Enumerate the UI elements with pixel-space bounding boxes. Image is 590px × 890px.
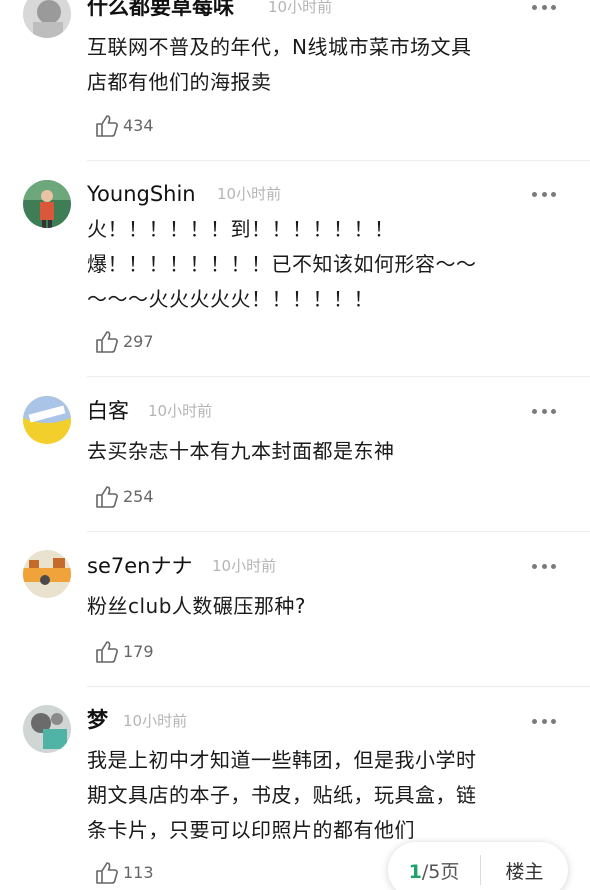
thumbs-up-icon (96, 331, 118, 353)
total-pages: /5页 (421, 860, 460, 883)
divider (87, 160, 590, 161)
divider (87, 531, 590, 532)
divider (87, 376, 590, 377)
more-dots-icon (532, 718, 537, 724)
username[interactable]: se7enナナ (87, 553, 192, 579)
more-dots-icon (532, 191, 537, 197)
more-options-button[interactable] (526, 401, 562, 421)
thumbs-up-icon (96, 486, 118, 508)
username[interactable]: 什么都要草莓味 (87, 0, 234, 20)
more-dots-icon (532, 563, 537, 569)
avatar[interactable] (23, 705, 71, 753)
timestamp: 10小时前 (123, 712, 188, 730)
username[interactable]: 梦 (87, 707, 108, 733)
avatar[interactable] (23, 180, 71, 228)
like-count: 113 (123, 863, 154, 882)
avatar[interactable] (23, 0, 71, 38)
more-options-button[interactable] (526, 184, 562, 204)
page-navigator: 1/5页 楼主 (388, 842, 568, 890)
username[interactable]: YoungShin (87, 181, 196, 207)
timestamp: 10小时前 (212, 557, 277, 575)
like-count: 434 (123, 116, 154, 135)
like-button[interactable]: 434 (94, 113, 154, 139)
timestamp: 10小时前 (268, 0, 333, 16)
like-button[interactable]: 113 (94, 860, 154, 886)
page-selector-button[interactable]: 1/5页 (388, 857, 480, 884)
comment-text: 我是上初中才知道一些韩团，但是我小学时 期文具店的本子，书皮，贴纸，玩具盒，链 … (87, 748, 477, 842)
divider (87, 686, 590, 687)
avatar[interactable] (23, 396, 71, 444)
more-options-button[interactable] (526, 556, 562, 576)
comment-text: 粉丝club人数碾压那种? (87, 594, 307, 618)
more-dots-icon (532, 4, 537, 10)
thumbs-up-icon (96, 862, 118, 884)
username[interactable]: 白客 (87, 398, 129, 424)
thumbs-up-icon (96, 115, 118, 137)
like-count: 179 (123, 642, 154, 661)
more-dots-icon (532, 408, 537, 414)
op-only-button[interactable]: 楼主 (481, 857, 568, 884)
comment-text: 互联网不普及的年代，N线城市菜市场文具 店都有他们的海报卖 (87, 35, 472, 94)
like-button[interactable]: 254 (94, 484, 154, 510)
more-options-button[interactable] (526, 0, 562, 17)
like-button[interactable]: 179 (94, 639, 154, 665)
timestamp: 10小时前 (217, 185, 282, 203)
more-options-button[interactable] (526, 711, 562, 731)
comment-text: 去买杂志十本有九本封面都是东神 (87, 439, 395, 463)
like-count: 297 (123, 332, 154, 351)
thumbs-up-icon (96, 641, 118, 663)
like-count: 254 (123, 487, 154, 506)
timestamp: 10小时前 (148, 402, 213, 420)
current-page: 1 (408, 860, 422, 883)
avatar[interactable] (23, 550, 71, 598)
comment-text: 火！！！！！！到！！！！！！！ 爆！！！！！！！！已不知该如何形容～～ ～～～火… (87, 217, 477, 311)
like-button[interactable]: 297 (94, 329, 154, 355)
